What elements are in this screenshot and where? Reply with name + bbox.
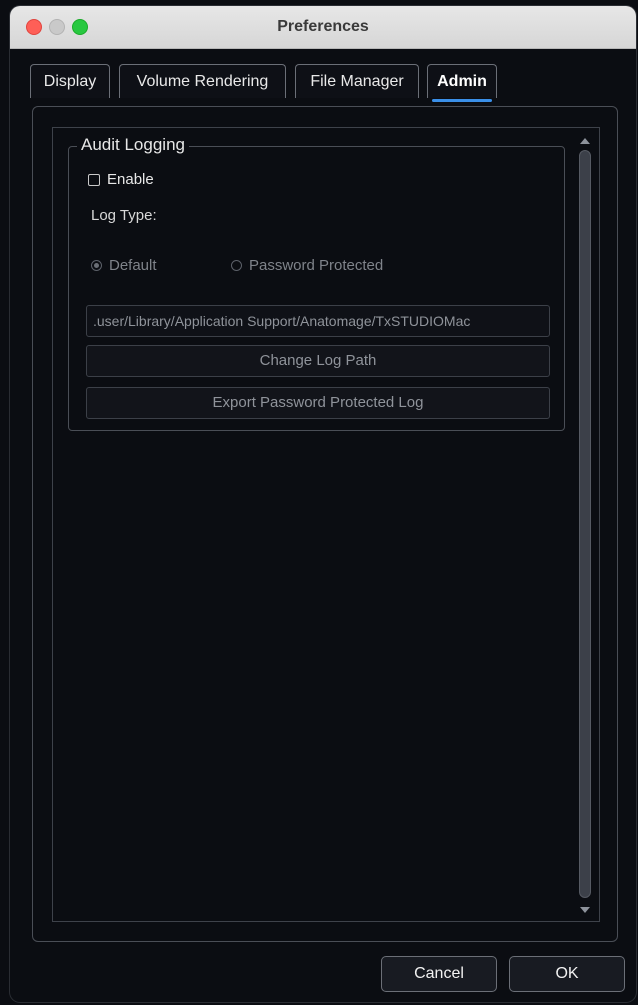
radio-password-row[interactable]: Password Protected xyxy=(231,257,383,274)
audit-logging-group: Audit Logging Enable Log Type: Default P… xyxy=(68,135,565,431)
radio-default[interactable] xyxy=(91,260,102,271)
enable-label: Enable xyxy=(107,171,154,188)
enable-checkbox-row[interactable]: Enable xyxy=(88,171,154,188)
audit-logging-title: Audit Logging xyxy=(77,135,189,155)
tab-display[interactable]: Display xyxy=(30,64,110,98)
admin-panel: Audit Logging Enable Log Type: Default P… xyxy=(32,106,618,942)
change-log-path-button[interactable]: Change Log Path xyxy=(86,345,550,377)
radio-default-label: Default xyxy=(109,257,157,274)
scroll-down-arrow-icon[interactable] xyxy=(580,907,590,913)
scroll-up-arrow-icon[interactable] xyxy=(580,138,590,144)
ok-button[interactable]: OK xyxy=(509,956,625,992)
tab-admin-label: Admin xyxy=(437,73,487,90)
tab-file-manager[interactable]: File Manager xyxy=(295,64,419,98)
radio-password-protected[interactable] xyxy=(231,260,242,271)
tab-admin[interactable]: Admin xyxy=(427,64,497,102)
enable-checkbox[interactable] xyxy=(88,173,100,186)
radio-default-row[interactable]: Default xyxy=(91,257,157,274)
cancel-button[interactable]: Cancel xyxy=(381,956,497,992)
log-type-label: Log Type: xyxy=(91,207,157,224)
vertical-scrollbar[interactable] xyxy=(577,138,593,913)
title-bar: Preferences xyxy=(10,6,636,49)
window-title: Preferences xyxy=(277,18,369,35)
active-tab-indicator xyxy=(432,99,492,102)
preferences-window: Preferences Display Volume Rendering Fil… xyxy=(10,6,636,1002)
admin-scroll-area: Audit Logging Enable Log Type: Default P… xyxy=(52,127,600,922)
radio-password-label: Password Protected xyxy=(249,257,384,274)
log-path-field[interactable]: .user/Library/Application Support/Anatom… xyxy=(86,305,550,337)
export-password-protected-log-button[interactable]: Export Password Protected Log xyxy=(86,387,550,419)
scroll-thumb[interactable] xyxy=(579,150,591,898)
tab-volume-rendering[interactable]: Volume Rendering xyxy=(119,64,286,98)
